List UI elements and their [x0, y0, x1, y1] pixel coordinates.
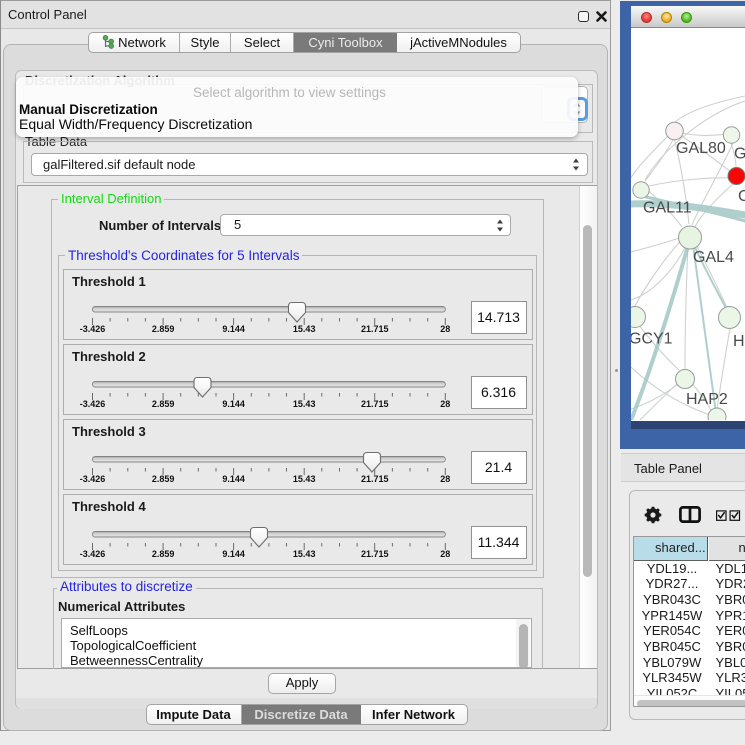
svg-text:HAP2: HAP2: [686, 391, 728, 408]
svg-text:G.: G.: [734, 146, 745, 163]
svg-text:GAL80: GAL80: [676, 140, 726, 157]
svg-text:C: C: [738, 188, 745, 205]
svg-text:GCY1: GCY1: [631, 331, 673, 348]
svg-text:H: H: [733, 333, 745, 350]
svg-text:GAL4: GAL4: [693, 249, 734, 266]
svg-text:GAL11: GAL11: [643, 200, 692, 217]
